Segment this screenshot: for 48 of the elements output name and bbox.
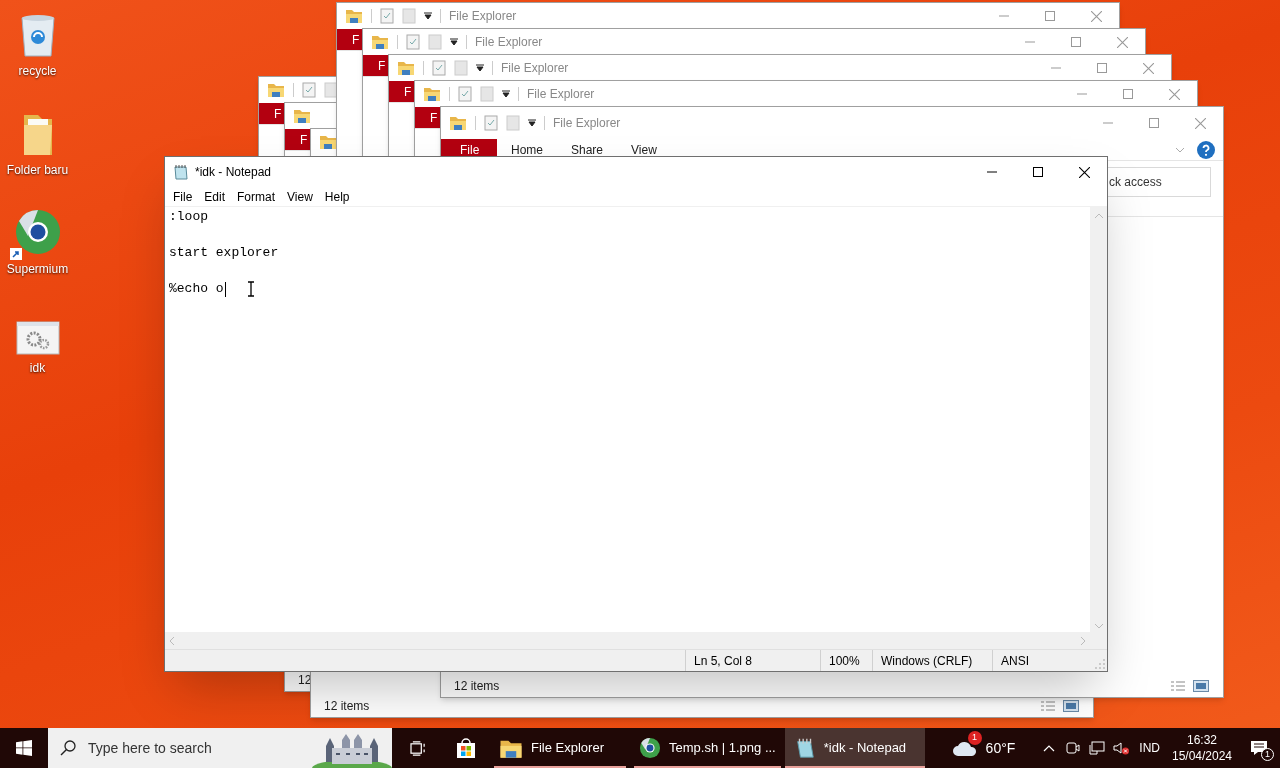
taskbar-app-button[interactable]: File Explorer — [490, 728, 630, 768]
window-title: File Explorer — [553, 115, 621, 132]
window-title: File Explorer — [501, 60, 569, 77]
menu-item[interactable]: Edit — [198, 187, 232, 206]
taskbar-app-button[interactable]: Temp.sh | 1.png ... — [630, 728, 785, 768]
menu-item[interactable]: Format — [231, 187, 282, 206]
menu-item[interactable]: Help — [318, 187, 356, 206]
menu-item[interactable]: File — [167, 187, 199, 206]
search-placeholder: Type here to search — [88, 738, 212, 758]
taskbar-app-button[interactable]: *idk - Notepad — [784, 728, 925, 768]
text-editor[interactable]: :loop start explorer %echo o — [169, 208, 279, 298]
window-title: File Explorer — [527, 86, 595, 103]
status-cell: ANSI — [992, 650, 1095, 671]
window-title: File Explorer — [449, 8, 517, 25]
status-text: 12 items — [324, 698, 370, 715]
clock-date: 15/04/2024 — [1171, 748, 1233, 764]
desktop-icon-label[interactable]: recycle — [18, 62, 57, 80]
taskbar-app-label: File Explorer — [531, 739, 604, 758]
ribbon-tab[interactable]: Home — [497, 139, 557, 160]
taskbar-app-label: *idk - Notepad — [823, 739, 907, 758]
temperature-text: 60°F — [985, 738, 1016, 758]
weather-badge: 1 — [967, 731, 982, 745]
search-field[interactable]: Type here to search — [48, 728, 392, 768]
notification-button[interactable]: 1 — [1238, 728, 1280, 768]
file-tab[interactable]: F — [337, 29, 362, 50]
language-indicator[interactable]: IND — [1133, 728, 1166, 768]
desktop-icon-label[interactable]: Folder baru — [6, 161, 69, 179]
weather-button[interactable]: 1 60°F — [943, 728, 1024, 768]
file-tab[interactable]: F — [285, 129, 310, 150]
status-cell: Ln 5, Col 8 — [685, 650, 820, 671]
file-tab[interactable]: F — [363, 55, 388, 76]
menu-item[interactable]: View — [281, 187, 319, 206]
file-tab[interactable]: F — [259, 103, 284, 124]
clock-time: 16:32 — [1187, 732, 1217, 748]
notification-count: 1 — [1261, 748, 1274, 761]
ribbon-tab[interactable]: Share — [557, 139, 618, 160]
desktop-icon-label[interactable]: Supermium — [6, 260, 69, 278]
status-text: 12 items — [454, 678, 500, 695]
window-title: *idk - Notepad — [195, 164, 272, 181]
desktop-icon-label[interactable]: idk — [29, 359, 46, 377]
file-tab[interactable]: F — [415, 107, 440, 128]
status-cell: Windows (CRLF) — [872, 650, 992, 671]
window-title: File Explorer — [475, 34, 543, 51]
taskbar-app-label: Temp.sh | 1.png ... — [669, 739, 776, 758]
status-cell: 100% — [820, 650, 872, 671]
file-tab[interactable]: F — [389, 81, 414, 102]
ribbon-tab[interactable]: View — [617, 139, 671, 160]
clock[interactable]: 16:32 15/04/2024 — [1166, 728, 1238, 768]
